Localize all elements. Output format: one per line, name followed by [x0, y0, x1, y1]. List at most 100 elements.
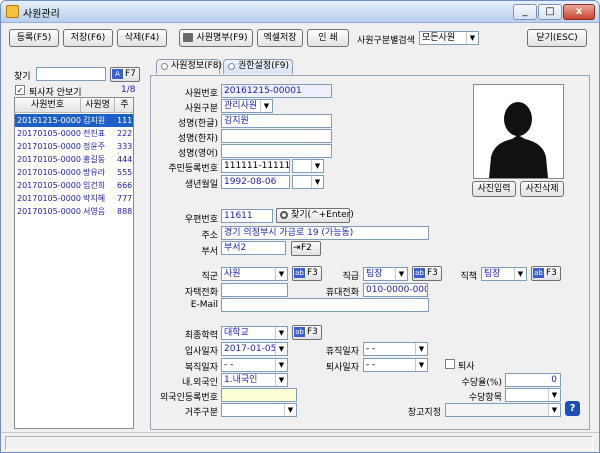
retire-date-label: 퇴사일자: [325, 363, 359, 373]
save-button[interactable]: 저장(F6): [63, 29, 113, 47]
table-row[interactable]: 20170105-00005 임건희 666: [15, 179, 133, 192]
nationality-select[interactable]: 1.내국인 ▼: [221, 373, 288, 387]
employee-type-filter[interactable]: 모든사원 ▼: [419, 31, 479, 45]
residence-select[interactable]: ▼: [221, 403, 297, 417]
col-header-emp-no[interactable]: 사원번호: [15, 98, 81, 113]
calendar-type-select[interactable]: ▼: [292, 175, 324, 189]
grade-lookup-button[interactable]: ab F3: [412, 266, 442, 281]
chevron-down-icon: ▼: [275, 374, 287, 386]
emp-type-value: 관리사원: [224, 101, 258, 111]
duty-lookup-button[interactable]: ab F3: [531, 266, 561, 281]
print-button[interactable]: 인 쇄: [307, 29, 349, 47]
maximize-button[interactable]: □: [538, 4, 562, 20]
table-row[interactable]: 20170105-00001 전진표 222: [15, 127, 133, 140]
rrn-label: 주민등록번호: [168, 164, 218, 174]
cell-rrn: 555: [117, 168, 133, 177]
name-hanja-label: 성명(한자): [177, 134, 218, 144]
col-header-rrn[interactable]: 주: [115, 98, 133, 113]
mobile-field[interactable]: 010-0000-0000: [363, 283, 428, 297]
education-lookup-button[interactable]: ab F3: [292, 325, 322, 340]
dept-lookup-button[interactable]: ⇥F2: [291, 241, 321, 256]
rank-select[interactable]: 사원 ▼: [221, 267, 288, 281]
tab-employee-info[interactable]: 사원정보(F8): [156, 59, 223, 74]
name-en-field[interactable]: [221, 144, 332, 158]
address-field[interactable]: 경기 의정부시 가금로 19 (가능동): [221, 226, 429, 240]
help-icon[interactable]: ?: [565, 401, 580, 416]
retired-checkbox[interactable]: [445, 359, 455, 369]
return-date-field[interactable]: - - ▼: [221, 358, 288, 372]
residence-label: 거주구분: [184, 408, 218, 418]
warehouse-select[interactable]: ▼: [445, 403, 561, 417]
rrn-field[interactable]: 111111-1111111: [221, 159, 290, 173]
col-header-name[interactable]: 사원명: [81, 98, 115, 113]
cell-rrn: 888: [117, 207, 133, 216]
cell-id: 20170105-00002: [17, 142, 81, 151]
education-select[interactable]: 대학교 ▼: [221, 326, 288, 340]
birth-label: 생년월일: [184, 180, 218, 190]
birth-field[interactable]: 1992-08-06: [221, 175, 290, 189]
window: 사원관리 _ □ x 등록(F5) 저장(F6) 삭제(F4) 사원명부(F9)…: [0, 0, 600, 453]
hide-retired-checkbox[interactable]: ✓: [15, 85, 25, 95]
zip-search-button[interactable]: 찾기(^+Enter): [276, 208, 354, 223]
table-row[interactable]: 20170105-00006 박지혜 777: [15, 192, 133, 205]
foreign-reg-field[interactable]: [221, 388, 297, 402]
allowance-item-select[interactable]: ▼: [505, 388, 561, 402]
duty-select[interactable]: 팀장 ▼: [481, 267, 527, 281]
cell-id: 20161215-00001: [15, 114, 81, 127]
name-hanja-field[interactable]: [221, 129, 332, 143]
table-row[interactable]: 20161215-00001 김지원 111: [15, 114, 133, 127]
rank-lookup-button[interactable]: ab F3: [292, 266, 322, 281]
print-list-button[interactable]: 사원명부(F9): [179, 29, 253, 47]
home-phone-field[interactable]: [221, 283, 288, 297]
table-row[interactable]: 20170105-00003 홍길동 444: [15, 153, 133, 166]
printer-icon: [183, 33, 193, 42]
delete-button[interactable]: 삭제(F4): [117, 29, 167, 47]
photo-delete-button[interactable]: 사진삭제: [520, 181, 564, 197]
name-kr-field[interactable]: 김지원: [221, 114, 332, 128]
grade-select[interactable]: 팀장 ▼: [363, 267, 408, 281]
table-row[interactable]: 20170105-00002 정윤주 333: [15, 140, 133, 153]
emp-type-select[interactable]: 관리사원 ▼: [221, 99, 273, 113]
tab-label: 사원정보(F8): [171, 61, 223, 71]
close-window-button[interactable]: x: [563, 4, 595, 20]
email-field[interactable]: [221, 298, 429, 312]
retire-date-field[interactable]: - - ▼: [363, 358, 428, 372]
emp-no-field[interactable]: 20161215-00001: [221, 84, 332, 98]
register-button[interactable]: 등록(F5): [9, 29, 59, 47]
leave-date-field[interactable]: - - ▼: [363, 342, 428, 356]
nationality-label: 내.외국인: [182, 378, 218, 388]
excel-save-button[interactable]: 엑셀저장: [257, 29, 303, 47]
cell-id: 20170105-00006: [17, 194, 81, 203]
cell-name: 홍길동: [83, 155, 106, 164]
cell-id: 20170105-00007: [17, 207, 81, 216]
duty-value: 팀장: [484, 269, 501, 279]
rank-value: 사원: [224, 269, 241, 279]
grade-value: 팀장: [366, 269, 383, 279]
allowance-rate-field[interactable]: 0: [505, 373, 561, 387]
chevron-down-icon: ▼: [311, 160, 323, 172]
title-bar: 사원관리 _ □ x: [1, 1, 599, 23]
lookup-icon: ab: [414, 267, 425, 278]
zip-field[interactable]: 11611: [221, 209, 273, 223]
email-label: E-Mail: [190, 300, 218, 310]
tab-permissions[interactable]: 권한설정(F9): [223, 59, 293, 74]
record-counter: 1/8: [121, 85, 136, 95]
join-date-field[interactable]: 2017-01-05 ▼: [221, 342, 288, 356]
education-value: 대학교: [224, 328, 249, 338]
minimize-button[interactable]: _: [513, 4, 537, 20]
table-row[interactable]: 20170105-00007 서영음 888: [15, 205, 133, 218]
find-label: 찾기: [14, 72, 31, 82]
chevron-down-icon: ▼: [548, 404, 560, 416]
chevron-down-icon: ▼: [548, 389, 560, 401]
table-row[interactable]: 20170105-00004 방유라 555: [15, 166, 133, 179]
rrn-type-select[interactable]: ▼: [292, 159, 324, 173]
home-phone-label: 자택전화: [184, 288, 218, 298]
photo-upload-button[interactable]: 사진입력: [472, 181, 516, 197]
dept-field[interactable]: 부서2: [221, 241, 286, 255]
find-button-label: F7: [125, 69, 136, 79]
search-icon: A: [112, 68, 123, 79]
find-input[interactable]: [36, 67, 106, 81]
leave-date-label: 휴직일자: [325, 347, 359, 357]
close-button[interactable]: 닫기(ESC): [527, 29, 587, 47]
find-button[interactable]: A F7: [110, 67, 140, 82]
